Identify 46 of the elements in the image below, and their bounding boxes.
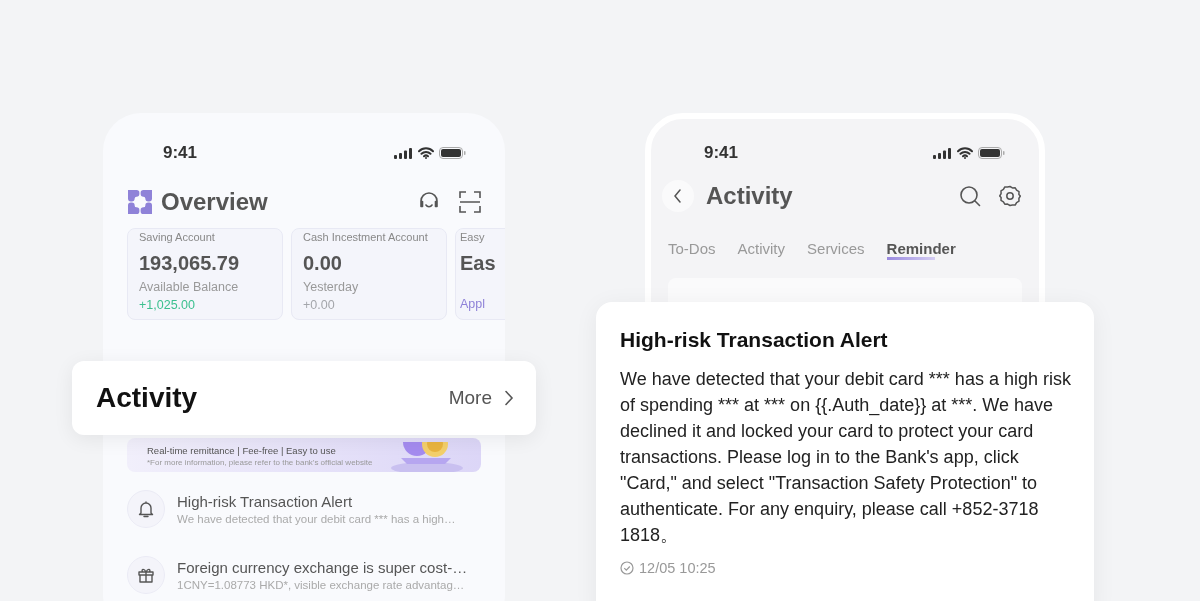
status-time: 9:41 [163, 143, 198, 163]
logo-icon [128, 190, 152, 214]
wifi-icon [418, 147, 434, 159]
gift-icon [137, 566, 155, 584]
message-preview: We have detected that your debit card *** has a high… [177, 513, 456, 525]
signal-icon [394, 147, 413, 159]
settings-icon[interactable] [999, 185, 1021, 207]
alert-title: High-risk Transaction Alert [620, 328, 888, 352]
message-title[interactable]: Foreign currency exchange is super cost-… [177, 559, 468, 576]
bell-icon [137, 500, 155, 518]
back-button[interactable] [662, 180, 694, 212]
wifi-icon [957, 147, 973, 159]
page-title: Overview [161, 188, 268, 216]
check-circle-icon [620, 561, 634, 575]
message-title[interactable]: High-risk Transaction Alert [177, 493, 456, 510]
balance-caption: Yesterday [303, 280, 359, 294]
balance-caption: Available Balance [139, 280, 239, 294]
account-card[interactable]: Cash Incestment Account 0.00 Yesterday +0.00 [291, 228, 447, 320]
scan-icon[interactable] [459, 191, 481, 213]
status-time: 9:41 [704, 143, 739, 163]
chevron-right-icon [504, 390, 514, 406]
section-title: Activity [96, 382, 198, 414]
account-label: Saving Account [139, 231, 215, 243]
account-balance: Eas [460, 252, 496, 275]
promo-banner[interactable]: Real-time remittance | Fee-free | Easy to use *For more information, please refer to the bank's official website [127, 438, 481, 472]
battery-icon [439, 147, 466, 159]
page-title: Activity [706, 182, 793, 210]
more-link[interactable]: More [448, 387, 514, 409]
balance-change: +0.00 [303, 298, 335, 312]
balance-change: +1,025.00 [139, 298, 195, 312]
account-card[interactable]: Easy Eas Appl [455, 228, 505, 320]
banner-tagline: Real-time remittance | Fee-free | Easy to use [147, 445, 337, 456]
message-preview: 1CNY=1.08773 HKD*, visible exchange rate advantag… [177, 579, 466, 591]
account-balance: 193,065.79 [139, 252, 240, 275]
chevron-left-icon [673, 189, 683, 203]
tab[interactable]: Reminder [886, 240, 956, 260]
alert-message: We have detected that your debit card *** has a high risk of spending *** at *** on {{.Auth_date}} at ***. We have declined it and locked your card to protect your card transactions. Please log in to the Bank's app, click "Card," and select "Transaction Safety Protection" to authenticate. For any enquiry, please call +852-3718 1818。 [620, 368, 1072, 547]
account-card[interactable]: Saving Account 193,065.79 Available Balance +1,025.00 [127, 228, 283, 320]
banner-note: *For more information, please refer to the bank's official website [147, 458, 373, 467]
battery-icon [978, 147, 1005, 159]
alert-time: 12/05 10:25 [639, 560, 716, 576]
search-icon[interactable] [959, 185, 981, 207]
account-label: Easy [460, 231, 485, 243]
signal-icon [933, 147, 952, 159]
account-label: Cash Incestment Account [303, 231, 428, 243]
account-balance: 0.00 [303, 252, 342, 275]
